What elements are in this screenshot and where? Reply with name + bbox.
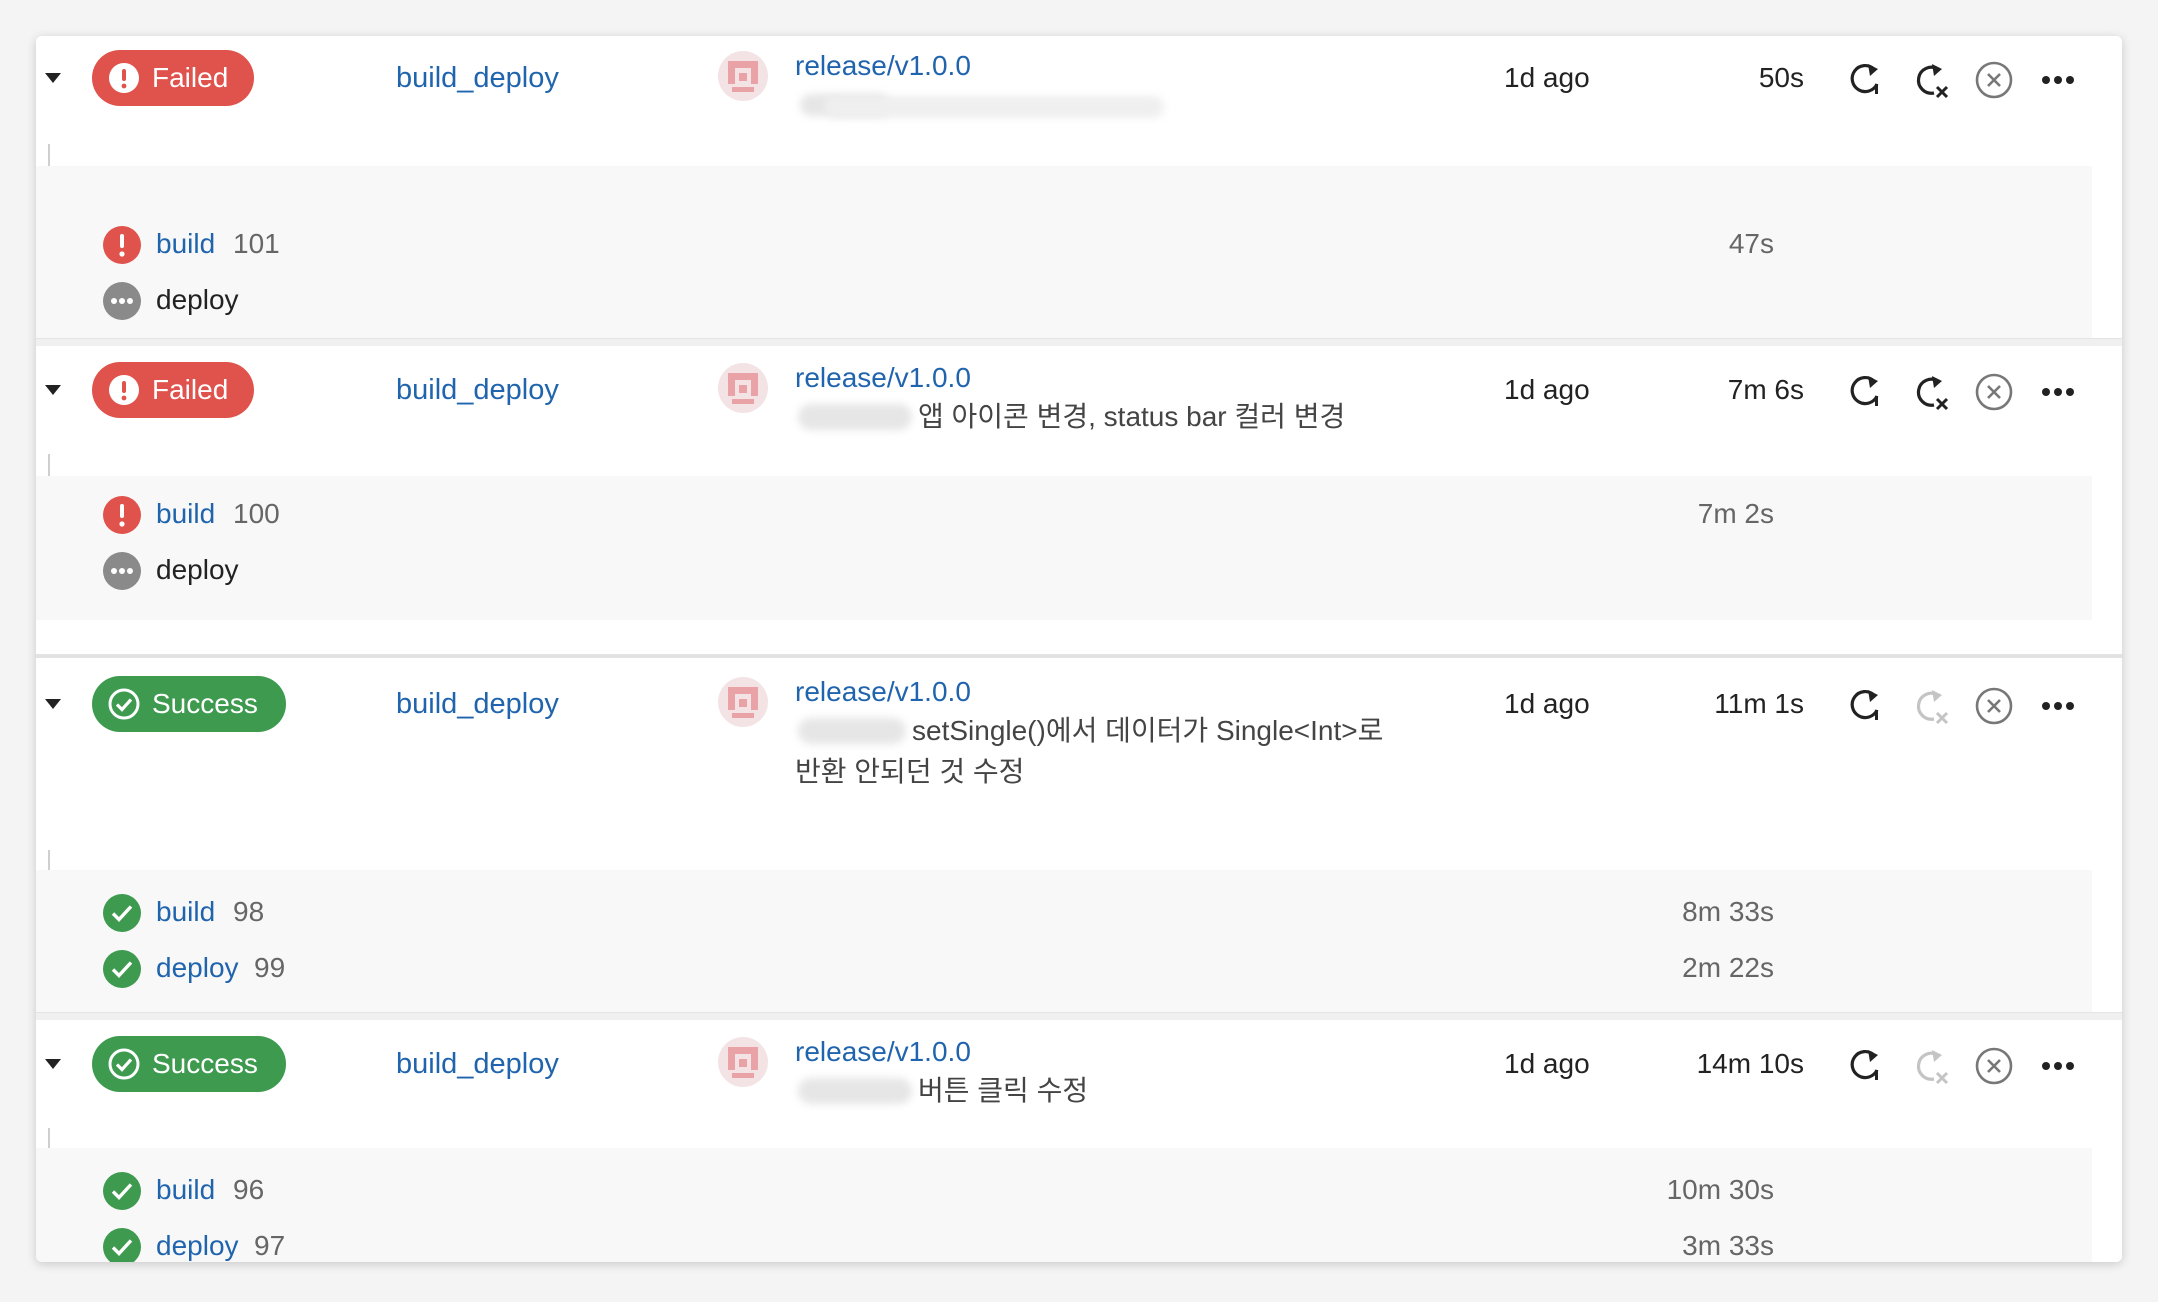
check-circle-icon [108, 688, 140, 720]
commit-message-line2: 반환 안되던 것 수정 [795, 756, 1025, 787]
abort-icon[interactable] [1974, 60, 2014, 100]
job-name-link[interactable]: deploy [156, 952, 239, 984]
duration: 7m 6s [1727, 374, 1804, 405]
pipeline-name-link[interactable]: build_deploy [396, 688, 559, 721]
duration: 11m 1s [1714, 688, 1804, 719]
job-name[interactable]: deploy [156, 284, 239, 316]
avatar [718, 677, 768, 727]
status-badge[interactable]: Failed [92, 50, 254, 106]
pipeline-row: Success build_deploy release/v1.0.0 setS… [36, 658, 2122, 1038]
check-circle-icon [103, 894, 141, 932]
branch-link[interactable]: release/v1.0.0 [795, 1036, 971, 1068]
rerun-icon[interactable] [1846, 1046, 1886, 1086]
check-circle-icon [103, 1172, 141, 1210]
rerun-icon[interactable] [1846, 686, 1886, 726]
avatar [718, 51, 768, 101]
duration: 14m 10s [1696, 1048, 1804, 1079]
job-number: 98 [233, 896, 265, 927]
abort-icon[interactable] [1974, 372, 2014, 412]
row-separator [36, 1012, 2122, 1020]
caret-down-icon[interactable] [44, 72, 62, 84]
job-duration: 47s [1728, 228, 1774, 259]
rerun-failed-icon [1916, 1050, 1949, 1085]
check-circle-icon [103, 950, 141, 988]
rerun-failed-icon[interactable] [1910, 60, 1950, 100]
commit-message: 버튼 클릭 수정 [918, 1075, 1089, 1106]
time-ago: 1d ago [1504, 62, 1590, 93]
ellipsis-circle-icon [103, 282, 141, 320]
status-badge[interactable]: Success [92, 1036, 286, 1092]
blurred-author [798, 1078, 912, 1104]
exclamation-circle-icon [103, 496, 141, 534]
pipeline-row: Failed build_deploy release/v1.0.0 1d ag… [36, 36, 2122, 344]
job-duration: 8m 33s [1682, 896, 1774, 927]
rerun-icon[interactable] [1846, 372, 1886, 412]
avatar [718, 1037, 768, 1087]
job-list: build 96 10m 30s deploy 97 3m 33s [36, 1148, 2092, 1262]
commit-message: setSingle()에서 데이터가 Single<Int>로 [912, 715, 1384, 746]
caret-down-icon[interactable] [44, 384, 62, 396]
exclamation-circle-icon [109, 63, 139, 93]
check-circle-icon [103, 1228, 141, 1262]
status-label: Failed [152, 374, 229, 405]
pipeline-name-link[interactable]: build_deploy [396, 1048, 559, 1081]
status-label: Failed [152, 62, 229, 93]
status-badge[interactable]: Success [92, 676, 286, 732]
ellipsis-circle-icon [103, 552, 141, 590]
job-name-link[interactable]: build [156, 1174, 215, 1206]
job-name-link[interactable]: build [156, 228, 215, 260]
job-name-link[interactable]: build [156, 896, 215, 928]
status-label: Success [152, 688, 258, 719]
caret-down-icon[interactable] [44, 698, 62, 710]
job-list: build 101 47s deploy [36, 166, 2092, 344]
job-duration: 2m 22s [1682, 952, 1774, 983]
job-number: 100 [233, 498, 280, 529]
more-icon[interactable] [2038, 1046, 2078, 1086]
job-number: 97 [254, 1230, 286, 1261]
job-list: build 100 7m 2s deploy [36, 476, 2092, 620]
branch-link[interactable]: release/v1.0.0 [795, 676, 971, 708]
time-ago: 1d ago [1504, 374, 1590, 405]
avatar [718, 363, 768, 413]
blurred-author [798, 404, 912, 430]
status-badge[interactable]: Failed [92, 362, 254, 418]
job-duration: 3m 33s [1682, 1230, 1774, 1261]
exclamation-circle-icon [109, 375, 139, 405]
exclamation-circle-icon [103, 226, 141, 264]
time-ago: 1d ago [1504, 1048, 1590, 1079]
pipeline-name-link[interactable]: build_deploy [396, 62, 559, 95]
pipeline-name-link[interactable]: build_deploy [396, 374, 559, 407]
check-circle-icon [108, 1048, 140, 1080]
time-ago: 1d ago [1504, 688, 1590, 719]
job-name[interactable]: deploy [156, 554, 239, 586]
abort-icon[interactable] [1974, 686, 2014, 726]
rerun-icon[interactable] [1846, 60, 1886, 100]
rerun-failed-icon [1916, 690, 1949, 725]
branch-link[interactable]: release/v1.0.0 [795, 50, 971, 82]
job-number: 99 [254, 952, 286, 983]
more-icon[interactable] [2038, 60, 2078, 100]
job-name-link[interactable]: deploy [156, 1230, 239, 1262]
job-duration: 7m 2s [1697, 498, 1774, 529]
blurred-commit [824, 96, 1164, 118]
abort-icon[interactable] [1974, 1046, 2014, 1086]
status-label: Success [152, 1048, 258, 1079]
row-separator [36, 338, 2122, 346]
caret-down-icon[interactable] [44, 1058, 62, 1070]
commit-message: 앱 아이콘 변경, status bar 컬러 변경 [918, 401, 1346, 432]
blurred-author [798, 718, 906, 744]
job-name-link[interactable]: build [156, 498, 215, 530]
more-icon[interactable] [2038, 372, 2078, 412]
job-number: 96 [233, 1174, 265, 1205]
duration: 50s [1758, 62, 1804, 93]
job-list: build 98 8m 33s deploy 99 2m 22s [36, 870, 2092, 1014]
more-icon[interactable] [2038, 686, 2078, 726]
job-duration: 10m 30s [1666, 1174, 1774, 1205]
pipeline-row: Failed build_deploy release/v1.0.0 앱 아이콘… [36, 346, 2122, 646]
rerun-failed-icon[interactable] [1910, 372, 1950, 412]
pipeline-row: Success build_deploy release/v1.0.0 버튼 클… [36, 1020, 2122, 1262]
job-number: 101 [233, 228, 280, 259]
branch-link[interactable]: release/v1.0.0 [795, 362, 971, 394]
pipeline-list: Failed build_deploy release/v1.0.0 1d ag… [36, 36, 2122, 1262]
